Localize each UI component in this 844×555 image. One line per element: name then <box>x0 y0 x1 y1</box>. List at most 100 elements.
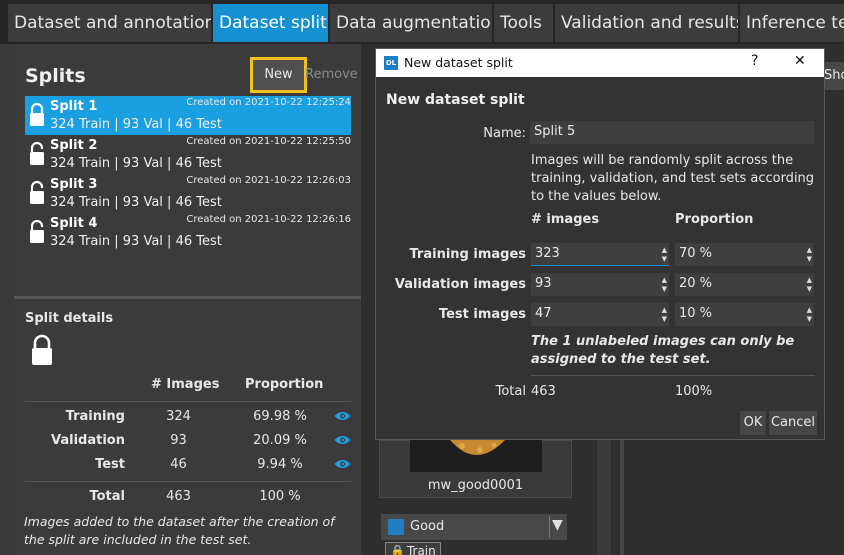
lock-icon <box>30 102 44 126</box>
spin-up-icon[interactable]: ▲ <box>807 306 812 314</box>
test-images-label: Test images <box>438 307 526 322</box>
dialog-titlebar[interactable]: DL New dataset split ? ✕ <box>376 49 824 77</box>
split-list-item[interactable]: Split 3 324 Train | 93 Val | 46 Test Cre… <box>25 174 351 213</box>
details-total-images: 463 <box>166 489 191 504</box>
test-proportion-spinbox[interactable]: 10 % ▲ ▼ <box>675 303 814 326</box>
unlock-icon <box>30 180 44 204</box>
eye-icon[interactable] <box>334 410 351 422</box>
validation-proportion-value: 20 % <box>679 276 713 291</box>
split-name: Split 1 <box>50 99 98 114</box>
training-proportion-spinbox[interactable]: 70 % ▲ ▼ <box>675 243 814 266</box>
details-note: Images added to the dataset after the cr… <box>24 514 335 547</box>
eye-icon[interactable] <box>334 434 351 446</box>
unlock-icon <box>30 219 44 243</box>
dialog-total-images: 463 <box>531 384 556 399</box>
close-icon[interactable]: ✕ <box>794 53 806 69</box>
spin-down-icon[interactable]: ▼ <box>662 255 667 263</box>
details-divider <box>25 401 351 402</box>
test-images-spinbox[interactable]: 47 ▲ ▼ <box>531 303 669 326</box>
unlabeled-note-count: 1 <box>562 334 572 349</box>
unlabeled-note-pre: The <box>531 334 563 349</box>
dialog-heading: New dataset split <box>386 92 525 108</box>
class-color-swatch <box>388 519 404 535</box>
tab-tools[interactable]: Tools <box>494 4 553 42</box>
spin-up-icon[interactable]: ▲ <box>807 246 812 254</box>
split-created: Created on 2021-10-22 12:26:16 <box>186 214 351 225</box>
help-button[interactable]: ? <box>751 53 758 69</box>
details-label-test: Test <box>95 457 125 472</box>
app-logo-icon: DL <box>384 56 398 70</box>
dropdown-divider <box>549 516 550 538</box>
dialog-window-title: New dataset split <box>404 55 513 70</box>
name-label: Name: <box>483 126 526 141</box>
validation-images-value: 93 <box>535 276 552 291</box>
details-images-validation: 93 <box>170 433 187 448</box>
details-proportion-validation: 20.09 % <box>253 433 307 448</box>
details-proportion-test: 9.94 % <box>257 457 303 472</box>
spin-down-icon[interactable]: ▼ <box>662 315 667 323</box>
dialog-info-text: Images will be randomly split across the… <box>531 153 815 204</box>
thumbnail-name: mw_good0001 <box>427 478 524 493</box>
train-tag-label: Train <box>406 544 436 555</box>
split-created: Created on 2021-10-22 12:26:03 <box>186 175 351 186</box>
cancel-button[interactable]: Cancel <box>769 411 817 435</box>
chevron-down-icon[interactable]: ▼ <box>552 517 563 533</box>
spin-up-icon[interactable]: ▲ <box>807 276 812 284</box>
ok-button[interactable]: OK <box>740 411 766 435</box>
split-created: Created on 2021-10-22 12:25:24 <box>186 97 351 108</box>
split-created: Created on 2021-10-22 12:25:50 <box>186 136 351 147</box>
spin-up-icon[interactable]: ▲ <box>662 246 667 254</box>
details-col-proportion: Proportion <box>245 377 324 392</box>
tab-dataset-annotations[interactable]: Dataset and annotations <box>8 4 211 42</box>
spin-down-icon[interactable]: ▼ <box>807 285 812 293</box>
unlock-icon <box>30 141 44 165</box>
split-list-item[interactable]: Split 1 324 Train | 93 Val | 46 Test Cre… <box>25 96 351 135</box>
show-button[interactable]: Sho <box>822 62 844 90</box>
split-counts: 324 Train | 93 Val | 46 Test <box>50 156 222 171</box>
tab-validation-results[interactable]: Validation and results <box>555 4 738 42</box>
split-name-input[interactable]: Split 5 <box>530 121 814 144</box>
split-list-item[interactable]: Split 4 324 Train | 93 Val | 46 Test Cre… <box>25 213 351 252</box>
test-proportion-value: 10 % <box>679 306 713 321</box>
training-images-spinbox[interactable]: 323 ▲ ▼ <box>531 243 669 266</box>
spin-up-icon[interactable]: ▲ <box>662 306 667 314</box>
thumbnail-image <box>410 440 542 472</box>
split-list-item[interactable]: Split 2 324 Train | 93 Val | 46 Test Cre… <box>25 135 351 174</box>
new-split-button[interactable]: New <box>250 57 307 93</box>
eye-icon[interactable] <box>334 458 351 470</box>
validation-proportion-spinbox[interactable]: 20 % ▲ ▼ <box>675 273 814 296</box>
details-total-label: Total <box>89 489 125 504</box>
dialog-divider <box>531 375 815 376</box>
spin-down-icon[interactable]: ▼ <box>807 255 812 263</box>
details-total-proportion: 100 % <box>259 489 301 504</box>
details-images-training: 324 <box>166 409 191 424</box>
training-images-value: 323 <box>535 246 560 261</box>
remove-split-button[interactable]: Remove <box>305 67 358 82</box>
tab-bar: Dataset and annotations Dataset split Da… <box>0 0 844 44</box>
dialog-total-proportion: 100% <box>675 384 713 399</box>
dialog-col-proportion: Proportion <box>675 212 754 227</box>
tab-dataset-split[interactable]: Dataset split <box>213 4 328 42</box>
validation-images-spinbox[interactable]: 93 ▲ ▼ <box>531 273 669 296</box>
splits-title: Splits <box>25 65 86 87</box>
details-col-images: # Images <box>151 377 220 392</box>
tab-inference-test[interactable]: Inference tes <box>740 4 844 42</box>
details-divider <box>25 481 351 482</box>
new-dataset-split-dialog: DL New dataset split ? ✕ New dataset spl… <box>375 48 825 440</box>
lock-icon: 🔒 <box>390 544 405 555</box>
tab-data-augmentation[interactable]: Data augmentation <box>330 4 492 42</box>
validation-images-label: Validation images <box>394 277 526 292</box>
class-label: Good <box>410 519 445 534</box>
unlabeled-note: The 1 unlabeled images can only be assig… <box>531 333 816 369</box>
train-tag: 🔒 Train <box>385 542 441 555</box>
split-counts: 324 Train | 93 Val | 46 Test <box>50 195 222 210</box>
spin-down-icon[interactable]: ▼ <box>662 285 667 293</box>
class-dropdown[interactable]: Good ▼ <box>381 514 567 540</box>
spin-up-icon[interactable]: ▲ <box>662 276 667 284</box>
training-images-label: Training images <box>409 247 526 262</box>
spin-down-icon[interactable]: ▼ <box>807 315 812 323</box>
details-images-test: 46 <box>170 457 187 472</box>
panel-divider[interactable] <box>14 296 361 299</box>
details-label-validation: Validation <box>51 433 125 448</box>
split-counts: 324 Train | 93 Val | 46 Test <box>50 234 222 249</box>
